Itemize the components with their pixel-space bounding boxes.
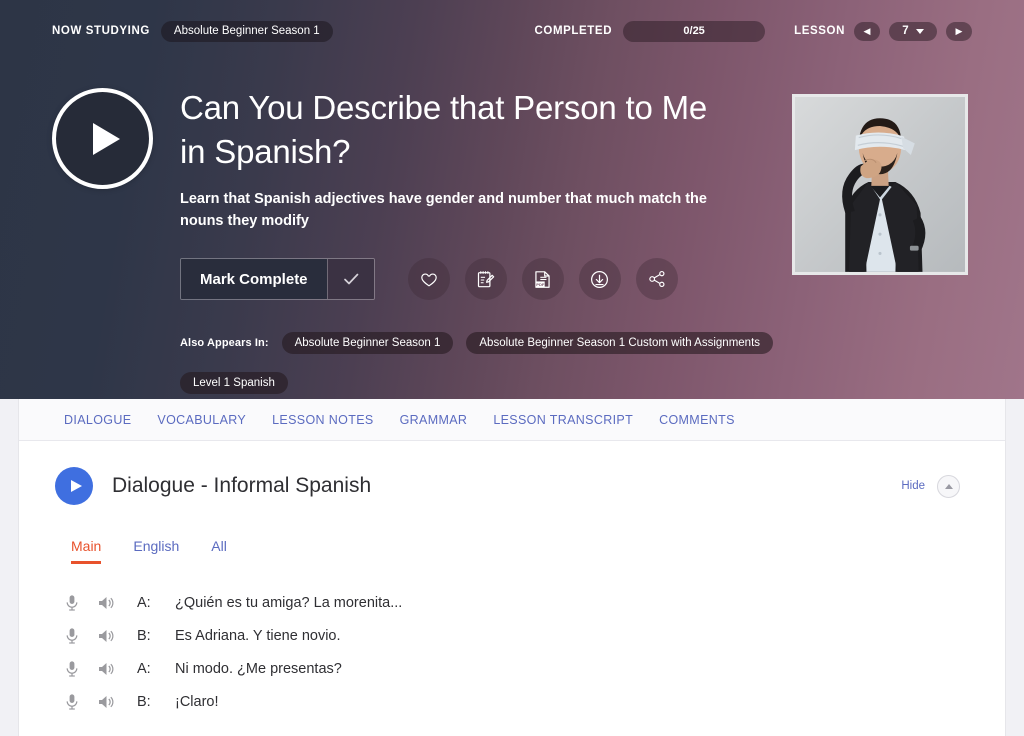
- dialogue-speaker: B:: [137, 694, 175, 710]
- dialogue-text: Ni modo. ¿Me presentas?: [175, 661, 342, 677]
- lesson-navigator: LESSON ◀ 7 ▶: [794, 22, 972, 41]
- dialogue-line: B: Es Adriana. Y tiene novio.: [55, 619, 960, 652]
- tab-grammar[interactable]: GRAMMAR: [400, 413, 468, 427]
- microphone-icon[interactable]: [55, 693, 89, 711]
- dialogue-text: ¡Claro!: [175, 694, 219, 710]
- play-icon: [71, 480, 82, 492]
- lesson-thumbnail[interactable]: [792, 94, 968, 275]
- chevron-down-icon: [916, 29, 924, 34]
- microphone-icon[interactable]: [55, 660, 89, 678]
- now-studying-group: NOW STUDYING Absolute Beginner Season 1: [52, 21, 333, 42]
- dialogue-text: Es Adriana. Y tiene novio.: [175, 628, 341, 644]
- subtab-all[interactable]: All: [211, 538, 227, 564]
- play-icon: [93, 123, 120, 155]
- dialogue-header: Dialogue - Informal Spanish Hide: [55, 467, 960, 505]
- tab-dialogue[interactable]: DIALOGUE: [64, 413, 131, 427]
- now-studying-label: NOW STUDYING: [52, 25, 150, 37]
- dialogue-section: Dialogue - Informal Spanish Hide Main En…: [19, 441, 1005, 718]
- svg-text:PDF: PDF: [536, 281, 545, 286]
- share-icon[interactable]: [636, 258, 678, 300]
- check-icon[interactable]: [327, 259, 374, 299]
- chevron-up-icon[interactable]: [937, 475, 960, 498]
- microphone-icon[interactable]: [55, 594, 89, 612]
- heart-icon[interactable]: [408, 258, 450, 300]
- mark-complete-button[interactable]: Mark Complete: [180, 258, 375, 300]
- lesson-number: 7: [902, 25, 908, 37]
- hero-status-right: COMPLETED 0/25 LESSON ◀ 7 ▶: [535, 21, 973, 42]
- subtab-main[interactable]: Main: [71, 538, 101, 564]
- dialogue-language-tabs: Main English All: [71, 538, 960, 564]
- lesson-select[interactable]: 7: [889, 22, 937, 41]
- chevron-up-glyph: [945, 484, 953, 489]
- lesson-icon-buttons: PDF: [408, 258, 678, 300]
- tab-comments[interactable]: COMMENTS: [659, 413, 735, 427]
- dialogue-speaker: B:: [137, 628, 175, 644]
- hero-banner: NOW STUDYING Absolute Beginner Season 1 …: [0, 0, 1024, 399]
- dialogue-title: Dialogue - Informal Spanish: [112, 474, 371, 498]
- dialogue-line: A: Ni modo. ¿Me presentas?: [55, 652, 960, 685]
- completed-label: COMPLETED: [535, 25, 613, 37]
- lesson-label: LESSON: [794, 25, 845, 37]
- dialogue-text: ¿Quién es tu amiga? La morenita...: [175, 595, 402, 611]
- speaker-icon[interactable]: [89, 595, 123, 611]
- microphone-icon[interactable]: [55, 627, 89, 645]
- pdf-icon[interactable]: PDF: [522, 258, 564, 300]
- dialogue-speaker: A:: [137, 661, 175, 677]
- thumbnail-artwork: [795, 97, 965, 272]
- lesson-notes-icon[interactable]: [465, 258, 507, 300]
- lesson-tab-bar: DIALOGUE VOCABULARY LESSON NOTES GRAMMAR…: [19, 399, 1005, 441]
- tab-lesson-transcript[interactable]: LESSON TRANSCRIPT: [493, 413, 633, 427]
- also-appears-in: Also Appears In: Absolute Beginner Seaso…: [180, 332, 780, 394]
- lesson-next-button[interactable]: ▶: [946, 22, 972, 41]
- also-appears-pill-1[interactable]: Absolute Beginner Season 1 Custom with A…: [466, 332, 773, 354]
- dialogue-play-button[interactable]: [55, 467, 93, 505]
- tab-lesson-notes[interactable]: LESSON NOTES: [272, 413, 373, 427]
- also-appears-pill-0[interactable]: Absolute Beginner Season 1: [282, 332, 454, 354]
- page-title: Can You Describe that Person to Me in Sp…: [180, 86, 740, 174]
- dialogue-speaker: A:: [137, 595, 175, 611]
- download-icon[interactable]: [579, 258, 621, 300]
- dialogue-line: A: ¿Quién es tu amiga? La morenita...: [55, 586, 960, 619]
- also-appears-pill-2[interactable]: Level 1 Spanish: [180, 372, 288, 394]
- completed-group: COMPLETED 0/25: [535, 21, 766, 42]
- hero-play-button[interactable]: [52, 88, 153, 189]
- lesson-subtitle: Learn that Spanish adjectives have gende…: [180, 188, 738, 232]
- hide-link[interactable]: Hide: [901, 480, 925, 492]
- tab-vocabulary[interactable]: VOCABULARY: [157, 413, 246, 427]
- speaker-icon[interactable]: [89, 694, 123, 710]
- now-studying-course-pill[interactable]: Absolute Beginner Season 1: [161, 21, 333, 42]
- hero-status-bar: NOW STUDYING Absolute Beginner Season 1 …: [0, 0, 1024, 62]
- speaker-icon[interactable]: [89, 628, 123, 644]
- dialogue-collapse-group: Hide: [901, 475, 960, 498]
- also-appears-in-label: Also Appears In:: [180, 337, 269, 349]
- subtab-english[interactable]: English: [133, 538, 179, 564]
- completed-progress: 0/25: [623, 21, 765, 42]
- dialogue-line: B: ¡Claro!: [55, 685, 960, 718]
- dialogue-lines: A: ¿Quién es tu amiga? La morenita... B:…: [55, 586, 960, 718]
- speaker-icon[interactable]: [89, 661, 123, 677]
- lesson-content-card: DIALOGUE VOCABULARY LESSON NOTES GRAMMAR…: [18, 399, 1006, 736]
- lesson-prev-button[interactable]: ◀: [854, 22, 880, 41]
- mark-complete-label: Mark Complete: [181, 259, 327, 299]
